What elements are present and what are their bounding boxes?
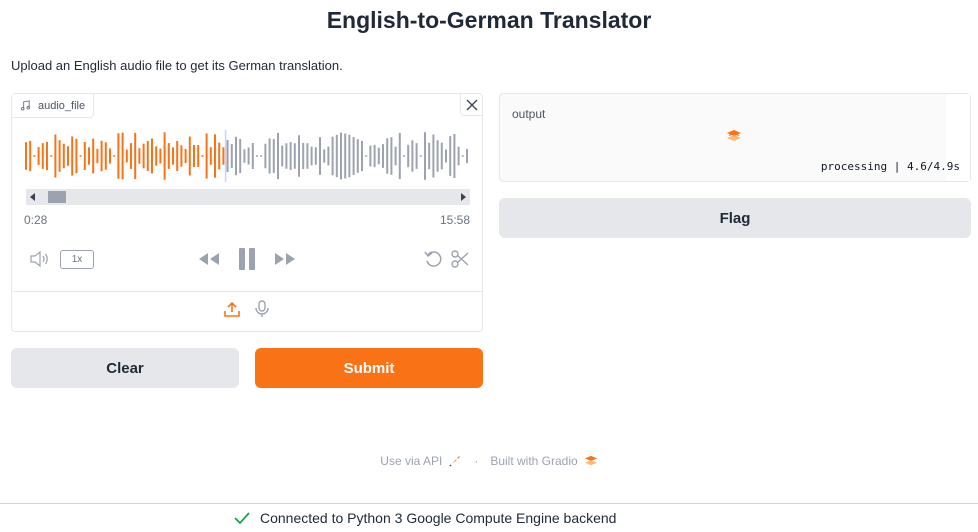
duration-time: 15:58 [439, 213, 470, 227]
fast-forward-button[interactable] [272, 249, 298, 269]
scissors-icon [451, 250, 469, 268]
volume-button[interactable] [28, 249, 52, 269]
built-with-gradio-link[interactable]: Built with Gradio [490, 454, 597, 468]
upload-source-button[interactable] [223, 300, 241, 323]
playback-speed-button[interactable]: 1x [60, 250, 94, 269]
progress-text: processing | 4.6/4.9s [820, 160, 960, 173]
gradio-logo-icon [584, 455, 597, 466]
playback-controls: 1x [12, 244, 482, 274]
microphone-source-button[interactable] [253, 300, 271, 323]
reset-button[interactable] [422, 249, 444, 269]
scrollbar-thumb[interactable] [48, 191, 66, 203]
pause-icon [239, 248, 255, 270]
audio-input-panel: audio_file 0:28 15:58 1x [11, 93, 483, 332]
output-panel: output processing | 4.6/4.9s [499, 93, 971, 182]
output-label: output [512, 107, 546, 121]
footer-separator: · [474, 454, 479, 468]
page-title: English-to-German Translator [326, 7, 652, 33]
music-note-icon [21, 100, 30, 111]
clear-audio-button[interactable] [460, 94, 482, 116]
volume-icon [30, 250, 48, 268]
status-bar: Connected to Python 3 Google Compute Eng… [0, 503, 978, 532]
connection-status-text: Connected to Python 3 Google Compute Eng… [260, 510, 617, 526]
scroll-right-icon[interactable] [461, 193, 466, 201]
scroll-left-icon[interactable] [30, 193, 35, 201]
trim-button[interactable] [449, 249, 471, 269]
upload-icon [224, 301, 240, 317]
use-via-api-link[interactable]: Use via API [380, 454, 462, 468]
audio-label-text: audio_file [38, 99, 86, 112]
built-with-gradio-text: Built with Gradio [490, 454, 578, 468]
footer-links: Use via API · Built with Gradio [0, 454, 978, 468]
rewind-button[interactable] [196, 249, 222, 269]
audio-source-bar [12, 291, 482, 331]
current-time: 0:28 [24, 213, 48, 227]
app-root: English-to-German Translator Upload an E… [0, 0, 978, 532]
microphone-icon [255, 300, 269, 317]
undo-icon [424, 251, 442, 267]
clear-button[interactable]: Clear [11, 348, 239, 388]
rocket-icon [449, 456, 461, 467]
close-icon [466, 99, 477, 110]
audio-label-badge: audio_file [12, 94, 95, 118]
page-description: Upload an English audio file to get its … [11, 58, 343, 73]
submit-button[interactable]: Submit [255, 348, 483, 388]
loading-spinner [726, 129, 742, 148]
rewind-icon [199, 253, 219, 265]
fast-forward-icon [275, 253, 295, 265]
checkmark-icon [234, 512, 250, 525]
gradio-loader-icon [727, 130, 741, 141]
waveform-scrollbar[interactable] [26, 189, 470, 205]
connection-status: Connected to Python 3 Google Compute Eng… [234, 510, 616, 526]
audio-waveform[interactable] [24, 128, 472, 184]
flag-button[interactable]: Flag [499, 198, 971, 238]
pause-button[interactable] [236, 246, 258, 272]
use-via-api-text: Use via API [380, 454, 443, 468]
